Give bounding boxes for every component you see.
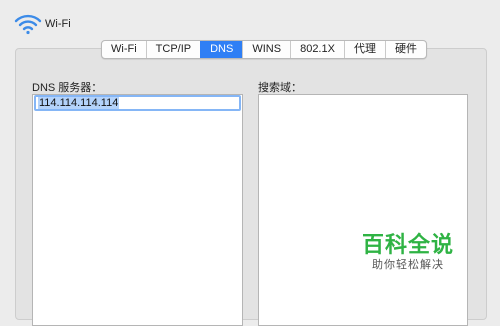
dns-servers-list[interactable] — [32, 94, 243, 326]
dns-server-value[interactable]: 114.114.114.114 — [38, 97, 120, 109]
tab-8021x[interactable]: 802.1X — [290, 41, 344, 58]
tab-hardware[interactable]: 硬件 — [384, 41, 426, 58]
dns-servers-label: DNS 服务器： — [32, 82, 103, 94]
search-domains-label: 搜索域： — [258, 82, 302, 94]
search-domains-list[interactable] — [258, 94, 468, 326]
tab-wifi[interactable]: Wi-Fi — [102, 41, 146, 58]
dns-server-entry[interactable]: 114.114.114.114 — [34, 95, 241, 111]
tab-wins[interactable]: WINS — [242, 41, 290, 58]
watermark-subtitle: 助你轻松解决 — [372, 259, 444, 271]
wifi-icon — [14, 14, 42, 35]
window-title: Wi-Fi — [45, 18, 71, 30]
watermark: 百科全说 助你轻松解决 — [362, 232, 454, 272]
tab-tcpip[interactable]: TCP/IP — [145, 41, 200, 58]
tab-bar: Wi-Fi TCP/IP DNS WINS 802.1X 代理 硬件 — [101, 40, 427, 59]
watermark-title: 百科全说 — [362, 232, 455, 257]
tab-proxy[interactable]: 代理 — [343, 41, 385, 58]
tab-dns[interactable]: DNS — [200, 41, 243, 58]
